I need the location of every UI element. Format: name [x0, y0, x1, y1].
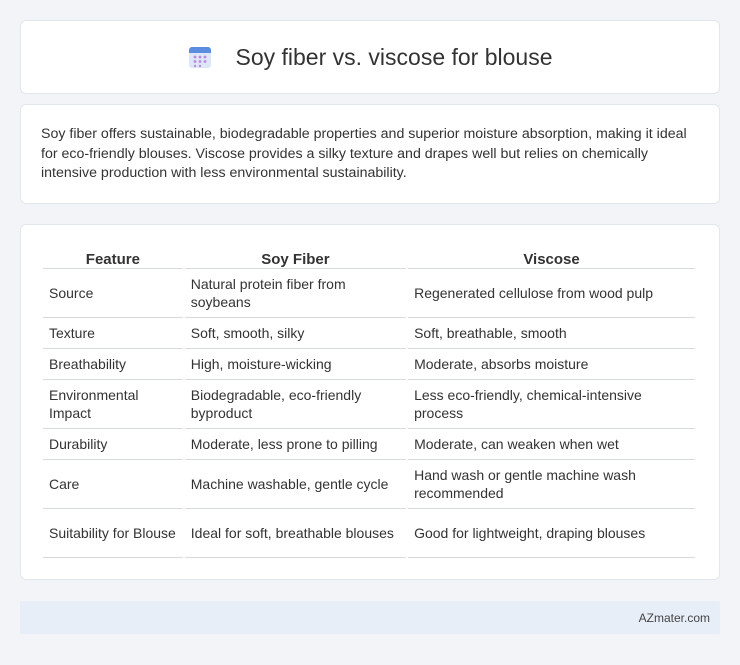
soy-fiber-cell: Machine washable, gentle cycle	[184, 460, 407, 509]
table-row: Source Natural protein fiber from soybea…	[43, 269, 695, 318]
header-feature: Feature	[43, 247, 183, 269]
feature-cell: Texture	[43, 318, 183, 349]
table-row: Breathability High, moisture-wicking Mod…	[43, 349, 695, 380]
feature-cell: Care	[43, 460, 183, 509]
soy-fiber-cell: Soft, smooth, silky	[184, 318, 407, 349]
viscose-cell: Regenerated cellulose from wood pulp	[408, 269, 695, 318]
calendar-icon	[189, 47, 212, 68]
table-row: Texture Soft, smooth, silky Soft, breath…	[43, 318, 695, 349]
viscose-cell: Moderate, absorbs moisture	[408, 349, 695, 380]
summary-card: Soy fiber offers sustainable, biodegrada…	[20, 104, 720, 204]
page-title: Soy fiber vs. viscose for blouse	[235, 43, 553, 70]
viscose-cell: Good for lightweight, draping blouses	[408, 509, 695, 558]
footer: AZmater.com	[20, 601, 720, 634]
viscose-cell: Soft, breathable, smooth	[408, 318, 695, 349]
feature-cell: Source	[43, 269, 183, 318]
summary-text: Soy fiber offers sustainable, biodegrada…	[41, 126, 687, 181]
feature-cell: Breathability	[43, 349, 183, 380]
header-soy-fiber: Soy Fiber	[184, 247, 407, 269]
soy-fiber-cell: Natural protein fiber from soybeans	[184, 269, 407, 318]
viscose-cell: Hand wash or gentle machine wash recomme…	[408, 460, 695, 509]
table-card: Feature Soy Fiber Viscose Source Natural…	[20, 224, 720, 580]
title-card: Soy fiber vs. viscose for blouse	[20, 20, 720, 94]
table-row: Durability Moderate, less prone to pilli…	[43, 429, 695, 460]
feature-cell: Durability	[43, 429, 183, 460]
soy-fiber-cell: Ideal for soft, breathable blouses	[184, 509, 407, 558]
viscose-cell: Less eco-friendly, chemical-intensive pr…	[408, 380, 695, 429]
viscose-cell: Moderate, can weaken when wet	[408, 429, 695, 460]
soy-fiber-cell: Biodegradable, eco-friendly byproduct	[184, 380, 407, 429]
table-row: Care Machine washable, gentle cycle Hand…	[43, 460, 695, 509]
feature-cell: Environmental Impact	[43, 380, 183, 429]
header-viscose: Viscose	[408, 247, 695, 269]
table-header-row: Feature Soy Fiber Viscose	[43, 247, 695, 269]
comparison-table: Feature Soy Fiber Viscose Source Natural…	[41, 247, 697, 558]
table-row: Suitability for Blouse Ideal for soft, b…	[43, 509, 695, 558]
soy-fiber-cell: Moderate, less prone to pilling	[184, 429, 407, 460]
soy-fiber-cell: High, moisture-wicking	[184, 349, 407, 380]
footer-brand: AZmater.com	[638, 610, 710, 625]
feature-cell: Suitability for Blouse	[43, 509, 183, 558]
table-row: Environmental Impact Biodegradable, eco-…	[43, 380, 695, 429]
